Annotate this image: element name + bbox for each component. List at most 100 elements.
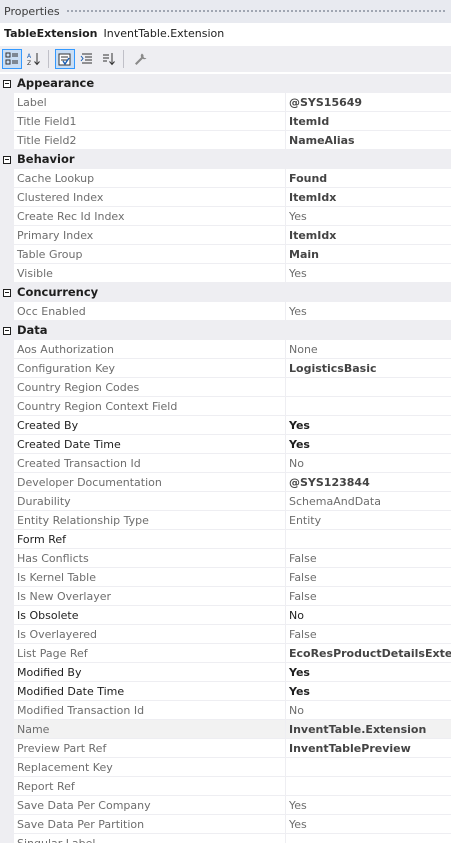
property-value[interactable]: Yes <box>286 663 451 682</box>
property-row[interactable]: Occ Enabled Yes <box>0 302 451 321</box>
property-row[interactable]: Is Obsolete No <box>0 606 451 625</box>
property-row[interactable]: Title Field2 NameAlias <box>0 131 451 150</box>
property-value[interactable]: False <box>286 587 451 606</box>
collapse-toggle[interactable] <box>0 283 14 302</box>
property-value[interactable]: Yes <box>286 682 451 701</box>
row-margin <box>0 720 14 739</box>
property-value[interactable] <box>286 834 451 843</box>
property-row[interactable]: Has Conflicts False <box>0 549 451 568</box>
property-row[interactable]: Cache Lookup Found <box>0 169 451 188</box>
property-value[interactable]: No <box>286 701 451 720</box>
property-value[interactable]: ItemId <box>286 112 451 131</box>
property-row[interactable]: Country Region Context Field <box>0 397 451 416</box>
property-row[interactable]: Durability SchemaAndData <box>0 492 451 511</box>
property-name: Aos Authorization <box>14 340 286 359</box>
row-margin <box>0 701 14 720</box>
property-value[interactable]: Yes <box>286 207 451 226</box>
property-value[interactable]: Main <box>286 245 451 264</box>
property-value[interactable]: Yes <box>286 815 451 834</box>
property-row[interactable]: Created Date Time Yes <box>0 435 451 454</box>
property-value[interactable]: Yes <box>286 416 451 435</box>
property-pages-button[interactable] <box>130 49 150 69</box>
property-row[interactable]: Country Region Codes <box>0 378 451 397</box>
property-value[interactable]: @SYS15649 <box>286 93 451 112</box>
property-value[interactable] <box>286 378 451 397</box>
property-value[interactable]: InventTablePreview <box>286 739 451 758</box>
property-value[interactable]: False <box>286 625 451 644</box>
collapse-toggle[interactable] <box>0 321 14 340</box>
events-icon <box>80 53 92 64</box>
property-value[interactable]: Entity <box>286 511 451 530</box>
property-row[interactable]: Primary Index ItemIdx <box>0 226 451 245</box>
property-value[interactable]: Yes <box>286 796 451 815</box>
property-row[interactable]: Aos Authorization None <box>0 340 451 359</box>
property-value[interactable]: ItemIdx <box>286 226 451 245</box>
property-row[interactable]: Singular Label <box>0 834 451 843</box>
collapse-toggle[interactable] <box>0 74 14 93</box>
property-row[interactable]: Visible Yes <box>0 264 451 283</box>
property-row[interactable]: Report Ref <box>0 777 451 796</box>
property-row[interactable]: Form Ref <box>0 530 451 549</box>
property-row[interactable]: Name InventTable.Extension <box>0 720 451 739</box>
property-value[interactable]: SchemaAndData <box>286 492 451 511</box>
events-button[interactable] <box>77 49 97 69</box>
property-value[interactable]: No <box>286 454 451 473</box>
property-name: Occ Enabled <box>14 302 286 321</box>
property-row[interactable]: Created Transaction Id No <box>0 454 451 473</box>
property-row[interactable]: Save Data Per Partition Yes <box>0 815 451 834</box>
property-value[interactable]: NameAlias <box>286 131 451 150</box>
property-row[interactable]: Configuration Key LogisticsBasic <box>0 359 451 378</box>
property-row[interactable]: Clustered Index ItemIdx <box>0 188 451 207</box>
object-selector[interactable]: TableExtension InventTable.Extension <box>0 23 451 44</box>
property-value[interactable]: EcoResProductDetailsExtende <box>286 644 451 663</box>
collapse-toggle[interactable] <box>0 150 14 169</box>
categorized-button[interactable] <box>2 49 22 69</box>
property-name: Report Ref <box>14 777 286 796</box>
property-row[interactable]: Create Rec Id Index Yes <box>0 207 451 226</box>
property-row[interactable]: Label @SYS15649 <box>0 93 451 112</box>
property-value[interactable]: Found <box>286 169 451 188</box>
property-value[interactable]: Yes <box>286 264 451 283</box>
sort-order-button[interactable] <box>99 49 119 69</box>
property-row[interactable]: Preview Part Ref InventTablePreview <box>0 739 451 758</box>
drag-grip[interactable] <box>65 9 445 14</box>
property-row[interactable]: Replacement Key <box>0 758 451 777</box>
property-value[interactable]: False <box>286 549 451 568</box>
row-margin <box>0 169 14 188</box>
property-name: Developer Documentation <box>14 473 286 492</box>
properties-button[interactable] <box>55 49 75 69</box>
property-value[interactable]: No <box>286 606 451 625</box>
property-row[interactable]: Modified Date Time Yes <box>0 682 451 701</box>
property-row[interactable]: Save Data Per Company Yes <box>0 796 451 815</box>
property-row[interactable]: Table Group Main <box>0 245 451 264</box>
property-value[interactable] <box>286 530 451 549</box>
property-row[interactable]: Is Overlayered False <box>0 625 451 644</box>
property-row[interactable]: Is Kernel Table False <box>0 568 451 587</box>
minus-icon <box>3 79 11 88</box>
property-row[interactable]: Is New Overlayer False <box>0 587 451 606</box>
property-value[interactable]: ItemIdx <box>286 188 451 207</box>
property-row[interactable]: Developer Documentation @SYS123844 <box>0 473 451 492</box>
property-row[interactable]: List Page RefEcoResProductDetailsExtende <box>0 644 451 663</box>
property-value[interactable]: LogisticsBasic <box>286 359 451 378</box>
row-margin <box>0 131 14 150</box>
property-name: Save Data Per Company <box>14 796 286 815</box>
property-value[interactable] <box>286 777 451 796</box>
toolbar-separator <box>123 50 124 68</box>
property-value[interactable]: Yes <box>286 435 451 454</box>
property-value[interactable]: @SYS123844 <box>286 473 451 492</box>
property-row[interactable]: Entity Relationship Type Entity <box>0 511 451 530</box>
property-name: Modified Date Time <box>14 682 286 701</box>
property-value[interactable] <box>286 758 451 777</box>
property-value[interactable]: None <box>286 340 451 359</box>
property-value[interactable]: InventTable.Extension <box>286 720 451 739</box>
property-row[interactable]: Created By Yes <box>0 416 451 435</box>
property-value[interactable] <box>286 397 451 416</box>
alphabetical-button[interactable]: A Z <box>24 49 44 69</box>
row-margin <box>0 473 14 492</box>
property-row[interactable]: Title Field1 ItemId <box>0 112 451 131</box>
property-value[interactable]: False <box>286 568 451 587</box>
property-value[interactable]: Yes <box>286 302 451 321</box>
property-row[interactable]: Modified By Yes <box>0 663 451 682</box>
property-row[interactable]: Modified Transaction Id No <box>0 701 451 720</box>
